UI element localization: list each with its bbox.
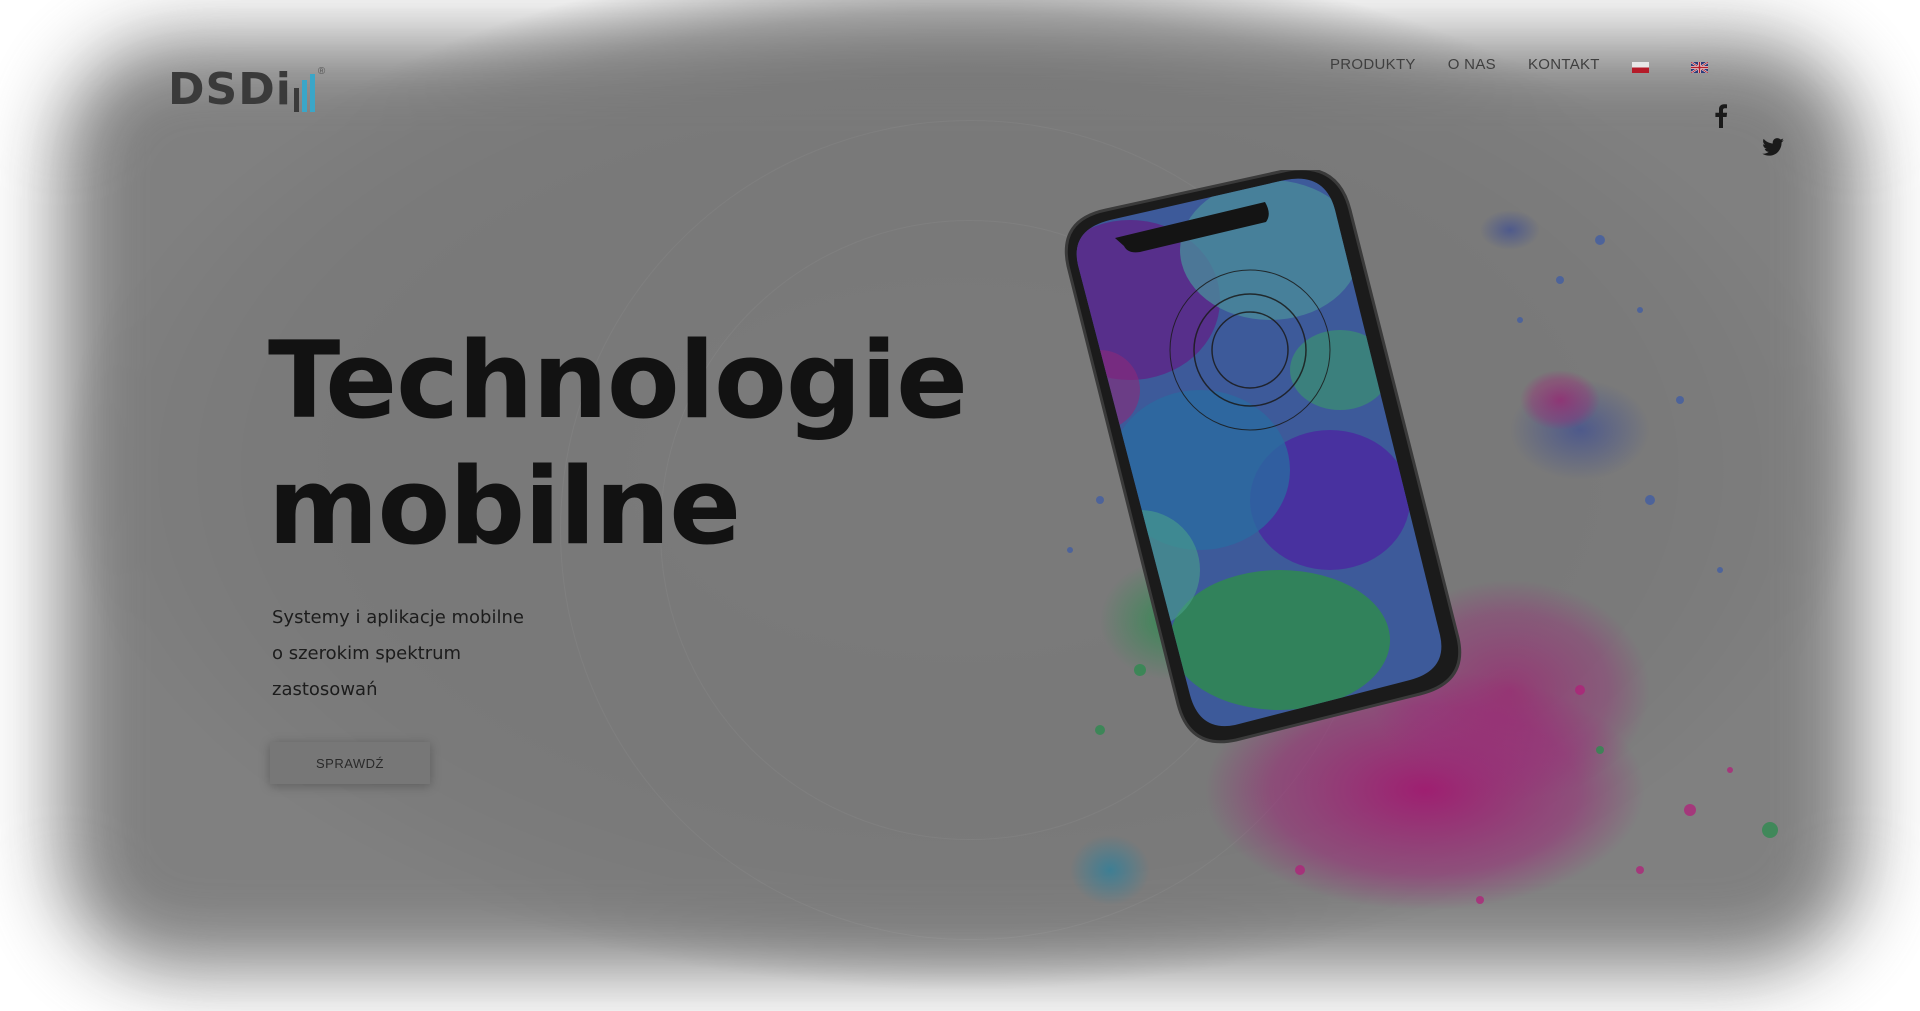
- pl-flag-icon[interactable]: [1631, 62, 1649, 73]
- subtitle-line-2: o szerokim spektrum: [272, 643, 462, 664]
- subtitle-line-1: Systemy i aplikacje mobilne: [272, 607, 524, 628]
- facebook-icon[interactable]: [1714, 104, 1728, 128]
- headline-line-1: Technologie: [268, 319, 968, 442]
- nav-item-kontakt[interactable]: KONTAKT: [1528, 56, 1600, 73]
- headline-line-2: mobilne: [268, 445, 741, 568]
- nav-item-produkty[interactable]: PRODUKTY: [1330, 56, 1416, 73]
- nav-item-o-nas[interactable]: O NAS: [1448, 56, 1496, 73]
- registered-mark: ®: [317, 66, 326, 77]
- phone-illustration: [1064, 170, 1778, 910]
- sprawdz-button[interactable]: SPRAWDŹ: [270, 742, 430, 784]
- hero-subtitle: Systemy i aplikacje mobilne o szerokim s…: [272, 600, 572, 708]
- logo-text: DSDi: [168, 64, 292, 115]
- twitter-icon[interactable]: [1762, 138, 1784, 156]
- hero-headline: Technologie mobilne: [268, 318, 1028, 570]
- logo-mark-icon: [293, 74, 315, 112]
- hero-section: DSDi ® PRODUKTY O NAS KONTAKT Technologi…: [0, 0, 1920, 1011]
- logo[interactable]: DSDi ®: [168, 66, 325, 112]
- en-flag-icon[interactable]: [1690, 62, 1708, 73]
- main-nav: PRODUKTY O NAS KONTAKT: [1330, 56, 1750, 73]
- subtitle-line-3: zastosowań: [272, 679, 378, 700]
